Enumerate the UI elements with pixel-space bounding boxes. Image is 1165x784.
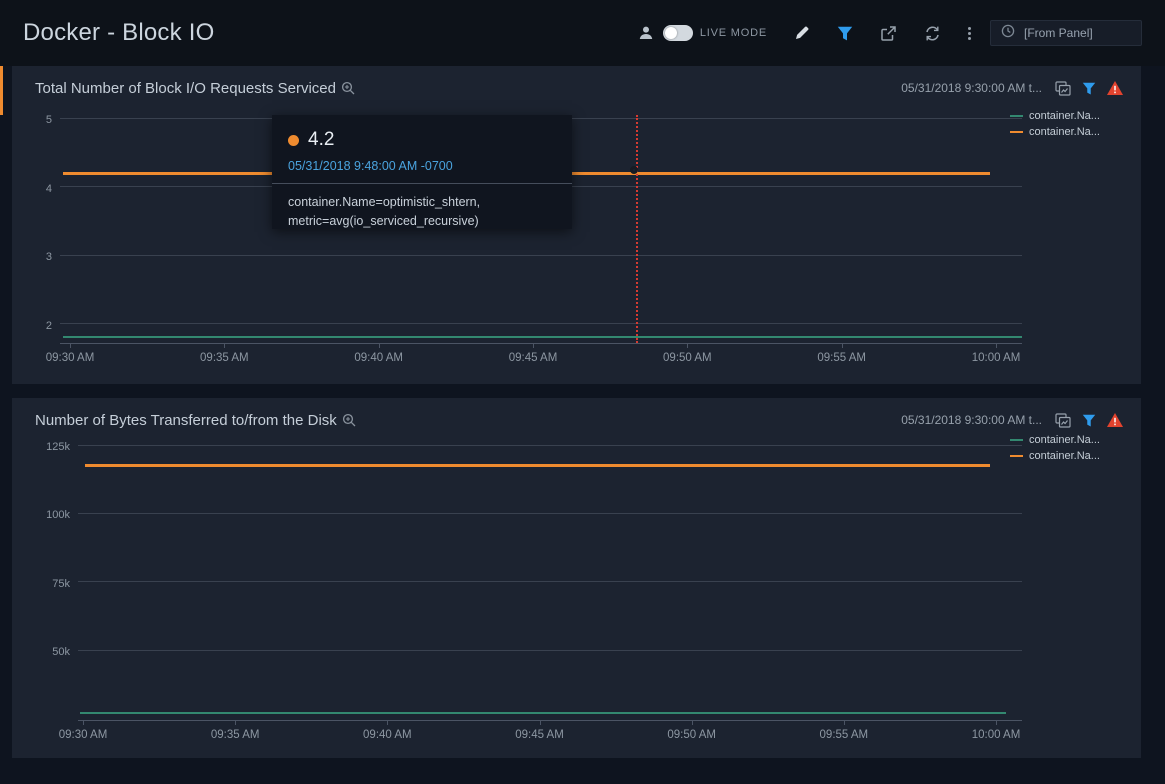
x-axis-tick <box>235 721 236 725</box>
x-axis-label: 10:00 AM <box>961 729 1031 741</box>
tooltip-divider <box>272 183 572 184</box>
clock-icon <box>1001 24 1015 43</box>
gridline <box>78 650 1022 651</box>
tooltip-detail-line: container.Name=optimistic_shtern, <box>288 193 556 212</box>
x-axis-tick <box>692 721 693 725</box>
tooltip-value: 4.2 <box>308 129 334 151</box>
x-axis-label: 09:40 AM <box>352 729 422 741</box>
x-axis-tick <box>70 344 71 348</box>
x-axis-tick <box>387 721 388 725</box>
crosshair-line <box>636 115 638 343</box>
refresh-icon[interactable] <box>924 25 941 42</box>
dashboard-screen: Docker - Block IO LIVE MODE <box>0 0 1165 784</box>
tooltip-detail-line: metric=avg(io_serviced_recursive) <box>288 212 556 231</box>
series-line-teal[interactable] <box>80 712 1006 714</box>
x-axis-label: 09:35 AM <box>200 729 270 741</box>
x-axis-label: 09:50 AM <box>652 352 722 364</box>
x-axis-tick <box>687 344 688 348</box>
y-axis-label: 3 <box>12 251 52 263</box>
share-icon[interactable] <box>880 25 897 42</box>
x-axis-tick <box>842 344 843 348</box>
filter-funnel-icon[interactable] <box>837 26 853 41</box>
gridline <box>78 513 1022 514</box>
top-bar: Docker - Block IO LIVE MODE <box>0 0 1165 66</box>
x-axis-tick <box>83 721 84 725</box>
page-title: Docker - Block IO <box>23 19 214 47</box>
x-axis-tick <box>379 344 380 348</box>
y-axis-label: 125k <box>30 441 70 453</box>
x-axis-label: 09:45 AM <box>498 352 568 364</box>
series-line-orange[interactable] <box>85 464 990 467</box>
x-axis-tick <box>533 344 534 348</box>
x-axis-tick <box>224 344 225 348</box>
gridline <box>60 255 1022 256</box>
x-axis-tick <box>844 721 845 725</box>
tooltip-series-dot <box>288 135 299 146</box>
y-axis-label: 4 <box>12 183 52 195</box>
x-axis-label: 09:55 AM <box>809 729 879 741</box>
x-axis-tick <box>996 344 997 348</box>
gridline <box>60 323 1022 324</box>
x-axis-label: 09:55 AM <box>807 352 877 364</box>
x-axis-label: 09:45 AM <box>505 729 575 741</box>
y-axis-label: 50k <box>30 646 70 658</box>
panel-block-io-requests: Total Number of Block I/O Requests Servi… <box>12 66 1141 384</box>
x-axis-line <box>60 343 1022 344</box>
x-axis-label: 09:50 AM <box>657 729 727 741</box>
edge-accent-orange <box>0 58 3 115</box>
series-line-teal[interactable] <box>63 336 1022 338</box>
x-axis-label: 09:35 AM <box>189 352 259 364</box>
tooltip-timestamp: 05/31/2018 9:48:00 AM -0700 <box>288 159 556 173</box>
time-range-value: [From Panel] <box>1024 26 1093 40</box>
edit-pencil-icon[interactable] <box>794 25 810 41</box>
chart-bytes-transferred[interactable]: 50k 75k 100k 125k 09:30 AM 09:35 AM 09:40 AM 09… <box>12 398 1141 758</box>
x-axis-line <box>78 720 1022 721</box>
gridline <box>78 581 1022 582</box>
more-options-icon[interactable] <box>968 27 971 40</box>
chart-tooltip: 4.2 05/31/2018 9:48:00 AM -0700 containe… <box>272 115 572 229</box>
y-axis-label: 2 <box>12 320 52 332</box>
gridline <box>78 445 1022 446</box>
y-axis-label: 5 <box>12 114 52 126</box>
user-icon[interactable] <box>638 25 654 41</box>
x-axis-tick <box>996 721 997 725</box>
time-range-picker[interactable]: [From Panel] <box>990 20 1142 46</box>
x-axis-label: 09:30 AM <box>48 729 118 741</box>
live-mode-toggle[interactable] <box>663 25 693 41</box>
y-axis-label: 100k <box>30 509 70 521</box>
x-axis-label: 09:40 AM <box>344 352 414 364</box>
top-bar-controls: LIVE MODE [From Panel] <box>638 20 1142 46</box>
x-axis-label: 10:00 AM <box>961 352 1031 364</box>
y-axis-label: 75k <box>30 578 70 590</box>
x-axis-label: 09:30 AM <box>35 352 105 364</box>
x-axis-tick <box>540 721 541 725</box>
live-mode-label: LIVE MODE <box>700 27 767 39</box>
chart-block-io-requests[interactable]: 2 3 4 5 09:30 AM 09:35 AM 09:40 AM 09:45 AM 09:5… <box>12 66 1141 384</box>
panel-bytes-transferred: Number of Bytes Transferred to/from the … <box>12 398 1141 758</box>
toggle-knob <box>665 27 677 39</box>
